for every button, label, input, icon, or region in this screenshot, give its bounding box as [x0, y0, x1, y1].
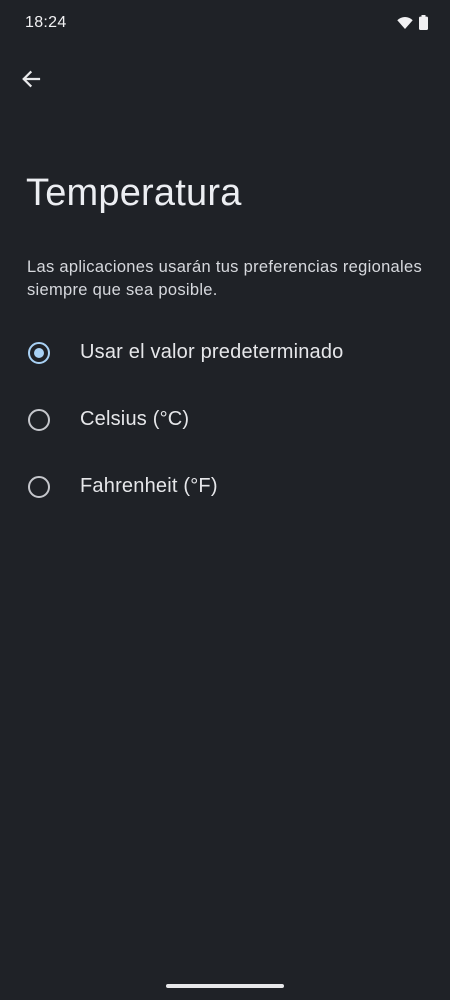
temperature-options: Usar el valor predeterminado Celsius (°C…: [0, 319, 450, 520]
status-time: 18:24: [25, 14, 67, 31]
radio-button[interactable]: [28, 408, 50, 431]
option-label: Usar el valor predeterminado: [80, 341, 344, 363]
page-description: Las aplicaciones usarán tus preferencias…: [27, 258, 423, 299]
radio-button-selected[interactable]: [28, 341, 50, 364]
wifi-icon: [397, 16, 413, 35]
option-label: Fahrenheit (°F): [80, 475, 218, 497]
settings-screen: 18:24 Temperatura Las aplicaciones usará…: [0, 0, 450, 1000]
back-button[interactable]: [14, 64, 48, 98]
home-indicator[interactable]: [166, 984, 284, 988]
battery-icon: [419, 15, 428, 35]
arrow-back-icon: [21, 69, 41, 94]
option-default[interactable]: Usar el valor predeterminado: [0, 319, 450, 386]
status-icons: [397, 15, 428, 35]
radio-button[interactable]: [28, 475, 50, 498]
status-bar: 18:24: [0, 0, 450, 48]
option-celsius[interactable]: Celsius (°C): [0, 386, 450, 453]
option-fahrenheit[interactable]: Fahrenheit (°F): [0, 453, 450, 520]
option-label: Celsius (°C): [80, 408, 190, 430]
page-title: Temperatura: [26, 172, 242, 214]
